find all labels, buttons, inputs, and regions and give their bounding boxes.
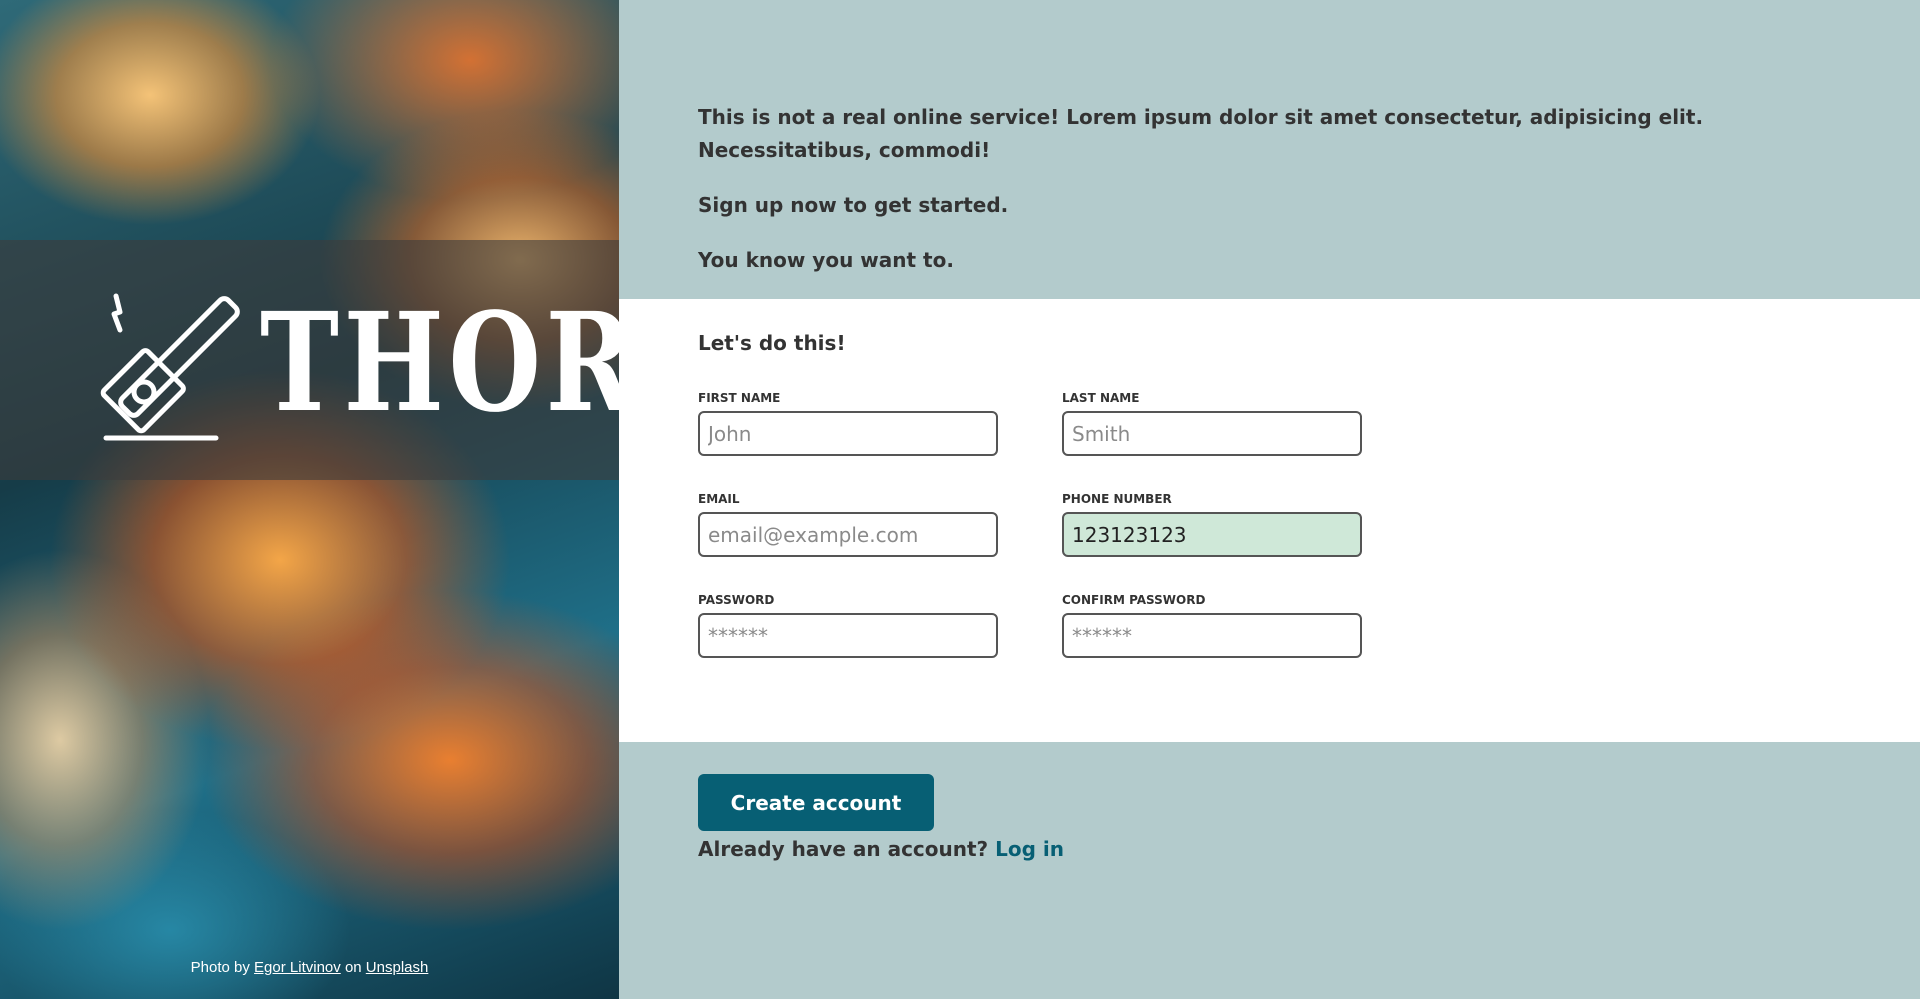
brand-logo: THOR xyxy=(98,278,619,448)
last-name-input[interactable] xyxy=(1062,411,1362,456)
phone-label: Phone Number xyxy=(1062,492,1172,506)
intro-tagline: You know you want to. xyxy=(698,248,954,272)
phone-input[interactable] xyxy=(1062,512,1362,557)
email-input[interactable] xyxy=(698,512,998,557)
login-line: Already have an account? Log in xyxy=(698,837,1920,861)
confirm-password-input[interactable] xyxy=(1062,613,1362,658)
intro-signup: Sign up now to get started. xyxy=(698,193,1009,217)
first-name-input[interactable] xyxy=(698,411,998,456)
last-name-label: Last Name xyxy=(1062,391,1140,405)
photo-credit: Photo by Egor Litvinov on Unsplash xyxy=(0,959,619,976)
confirm-password-group: Confirm Password xyxy=(1062,593,1362,658)
password-group: Password xyxy=(698,593,998,658)
password-label: Password xyxy=(698,593,775,607)
hero-image-panel: THOR Photo by Egor Litvinov on Unsplash xyxy=(0,0,619,999)
login-link[interactable]: Log in xyxy=(995,837,1064,861)
first-name-group: First Name xyxy=(698,391,998,456)
signup-form: Let's do this! First Name Last Name Emai… xyxy=(619,299,1920,742)
unsplash-link[interactable]: Unsplash xyxy=(366,959,429,976)
intro-disclaimer: This is not a real online service! Lorem… xyxy=(698,105,1704,162)
email-group: Email xyxy=(698,492,998,557)
password-input[interactable] xyxy=(698,613,998,658)
login-prompt: Already have an account? xyxy=(698,837,989,861)
last-name-group: Last Name xyxy=(1062,391,1362,456)
create-account-button[interactable]: Create account xyxy=(698,774,934,831)
photo-author-link[interactable]: Egor Litvinov xyxy=(254,959,341,976)
intro-section: This is not a real online service! Lorem… xyxy=(619,0,1920,299)
first-name-label: First Name xyxy=(698,391,781,405)
email-label: Email xyxy=(698,492,740,506)
photo-credit-prefix: Photo by xyxy=(190,959,250,976)
hammer-icon xyxy=(98,278,248,448)
form-title: Let's do this! xyxy=(698,331,846,355)
photo-credit-middle: on xyxy=(344,959,362,976)
main-content: This is not a real online service! Lorem… xyxy=(619,0,1920,999)
confirm-password-label: Confirm Password xyxy=(1062,593,1206,607)
brand-name: THOR xyxy=(260,283,619,443)
page: THOR Photo by Egor Litvinov on Unsplash … xyxy=(0,0,1920,999)
actions-section: Create account Already have an account? … xyxy=(619,742,1920,999)
phone-group: Phone Number xyxy=(1062,492,1362,557)
field-grid: First Name Last Name Email Phone Number xyxy=(698,391,1920,658)
